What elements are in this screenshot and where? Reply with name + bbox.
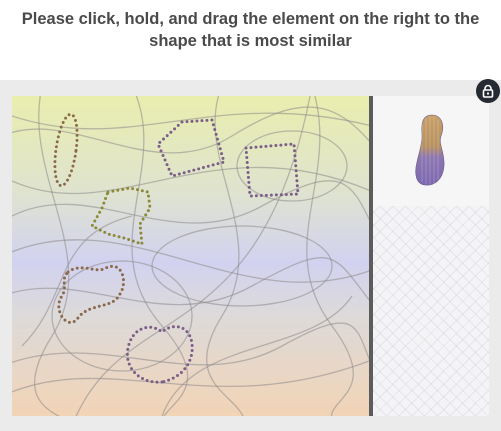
instruction-line-1: Please click, hold, and drag the element… (21, 10, 480, 28)
instruction-line-2: shape that is most similar (149, 32, 352, 50)
background-noise (12, 96, 370, 416)
shape-pentagon[interactable] (156, 118, 226, 178)
peanut-shape-icon (415, 114, 445, 186)
shape-oval[interactable] (51, 112, 81, 188)
draggable-piece[interactable] (410, 112, 450, 193)
puzzle-canvas (12, 96, 370, 416)
lock-button[interactable] (476, 79, 500, 103)
lock-icon (482, 84, 494, 98)
instruction-text: Please click, hold, and drag the element… (0, 8, 501, 52)
